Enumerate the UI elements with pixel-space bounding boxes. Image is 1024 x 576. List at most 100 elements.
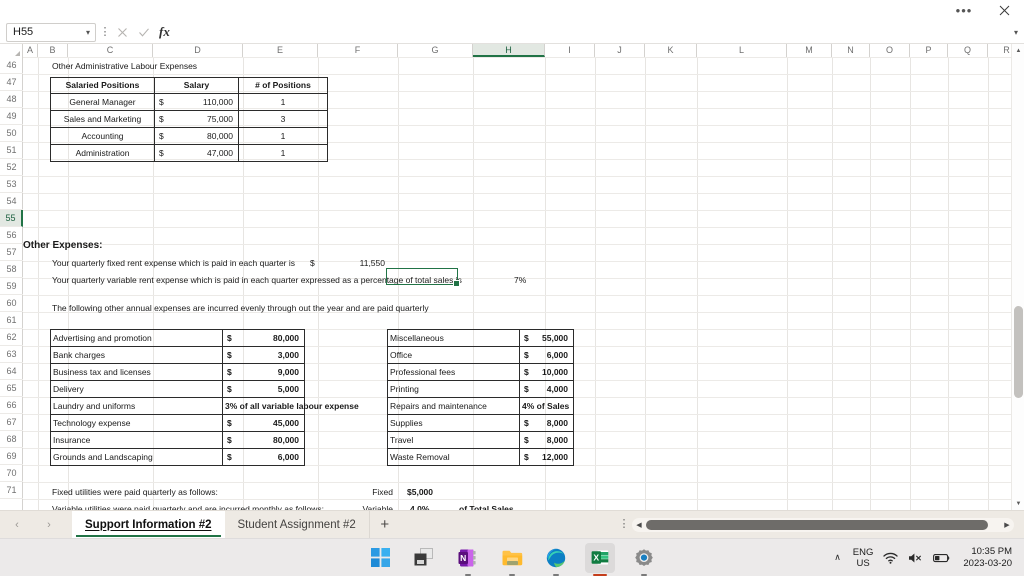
column-header-j[interactable]: J [595, 44, 645, 57]
salaried-salary-2[interactable]: $80,000 [154, 127, 239, 145]
left-expense-value-cell-5[interactable]: $45,000 [222, 414, 305, 432]
expand-formula-bar-icon[interactable]: ▾ [1008, 23, 1024, 42]
column-header-c[interactable]: C [68, 44, 153, 57]
left-expense-name-1[interactable]: Bank charges [50, 346, 223, 364]
file-explorer-icon[interactable] [497, 543, 527, 576]
left-expense-value-cell-6[interactable]: $80,000 [222, 431, 305, 449]
sheet-options-icon[interactable]: ⋮ [616, 519, 632, 530]
right-expense-name-7[interactable]: Waste Removal [387, 448, 520, 466]
sheet-tab-0[interactable]: Support Information #2 [72, 510, 225, 539]
salaried-count-0[interactable]: 1 [238, 93, 328, 111]
name-box[interactable]: H55 ▾ [6, 22, 96, 42]
left-expense-value-cell-2[interactable]: $9,000 [222, 363, 305, 381]
chevron-down-icon[interactable]: ▾ [86, 28, 93, 37]
cells-area[interactable]: Other Administrative Labour Expenses Sal… [23, 57, 1024, 510]
right-expense-value-cell-3[interactable]: $4,000 [519, 380, 574, 398]
row-header-69[interactable]: 69 [0, 448, 23, 465]
row-header-56[interactable]: 56 [0, 227, 23, 244]
salaried-header-1[interactable]: Salary [154, 77, 239, 94]
row-header-58[interactable]: 58 [0, 261, 23, 278]
row-header-49[interactable]: 49 [0, 108, 23, 125]
settings-icon[interactable] [629, 543, 659, 576]
salaried-header-2[interactable]: # of Positions [238, 77, 328, 94]
row-header-53[interactable]: 53 [0, 176, 23, 193]
column-header-o[interactable]: O [870, 44, 910, 57]
row-header-71[interactable]: 71 [0, 482, 23, 499]
right-expense-value-cell-1[interactable]: $6,000 [519, 346, 574, 364]
column-header-p[interactable]: P [910, 44, 948, 57]
salaried-header-0[interactable]: Salaried Positions [50, 77, 155, 94]
salaried-position-3[interactable]: Administration [50, 144, 155, 162]
onenote-icon[interactable]: N [453, 543, 483, 576]
left-expense-name-0[interactable]: Advertising and promotion [50, 329, 223, 347]
salaried-salary-1[interactable]: $75,000 [154, 110, 239, 128]
column-header-g[interactable]: G [398, 44, 473, 57]
more-options-button[interactable]: ••• [944, 0, 984, 21]
left-expense-value-cell-1[interactable]: $3,000 [222, 346, 305, 364]
salaried-position-2[interactable]: Accounting [50, 127, 155, 145]
column-header-a[interactable]: A [23, 44, 38, 57]
left-expense-value-cell-0[interactable]: $80,000 [222, 329, 305, 347]
left-expense-name-6[interactable]: Insurance [50, 431, 223, 449]
column-header-d[interactable]: D [153, 44, 243, 57]
select-all-corner[interactable] [0, 44, 23, 57]
column-header-q[interactable]: Q [948, 44, 988, 57]
name-box-overflow-icon[interactable]: ⋮ [98, 27, 112, 38]
wifi-icon[interactable] [883, 552, 899, 564]
salaried-salary-3[interactable]: $47,000 [154, 144, 239, 162]
row-header-51[interactable]: 51 [0, 142, 23, 159]
row-header-64[interactable]: 64 [0, 363, 23, 380]
left-expense-note-4[interactable]: 3% of all variable labour expense [222, 397, 359, 415]
horizontal-scrollbar[interactable]: ◀ ▶ [632, 517, 1014, 532]
row-header-61[interactable]: 61 [0, 312, 23, 329]
row-header-50[interactable]: 50 [0, 125, 23, 142]
right-expense-name-6[interactable]: Travel [387, 431, 520, 449]
row-header-63[interactable]: 63 [0, 346, 23, 363]
left-expense-name-4[interactable]: Laundry and uniforms [50, 397, 223, 415]
row-header-55[interactable]: 55 [0, 210, 23, 227]
left-expense-value-cell-3[interactable]: $5,000 [222, 380, 305, 398]
salaried-position-1[interactable]: Sales and Marketing [50, 110, 155, 128]
previous-sheet-button[interactable]: ‹ [8, 516, 26, 534]
language-indicator[interactable]: ENG US [853, 547, 874, 569]
right-expense-name-1[interactable]: Office [387, 346, 520, 364]
check-icon[interactable] [136, 25, 151, 40]
row-header-70[interactable]: 70 [0, 465, 23, 482]
row-header-67[interactable]: 67 [0, 414, 23, 431]
right-expense-value-cell-6[interactable]: $8,000 [519, 431, 574, 449]
row-header-48[interactable]: 48 [0, 91, 23, 108]
column-header-i[interactable]: I [545, 44, 595, 57]
row-header-57[interactable]: 57 [0, 244, 23, 261]
right-expense-name-2[interactable]: Professional fees [387, 363, 520, 381]
column-header-f[interactable]: F [318, 44, 398, 57]
left-expense-name-2[interactable]: Business tax and licenses [50, 363, 223, 381]
next-sheet-button[interactable]: › [40, 516, 58, 534]
column-header-m[interactable]: M [787, 44, 832, 57]
left-expense-name-3[interactable]: Delivery [50, 380, 223, 398]
edge-icon[interactable] [541, 543, 571, 576]
row-header-47[interactable]: 47 [0, 74, 23, 91]
vertical-scroll-thumb[interactable] [1014, 306, 1023, 398]
right-expense-name-0[interactable]: Miscellaneous [387, 329, 520, 347]
volume-muted-icon[interactable] [908, 552, 923, 564]
left-expense-value-cell-7[interactable]: $6,000 [222, 448, 305, 466]
left-expense-name-5[interactable]: Technology expense [50, 414, 223, 432]
sheet-tab-1[interactable]: Student Assignment #2 [225, 510, 370, 539]
right-expense-value-cell-2[interactable]: $10,000 [519, 363, 574, 381]
salaried-count-2[interactable]: 1 [238, 127, 328, 145]
column-header-k[interactable]: K [645, 44, 697, 57]
right-expense-value-cell-0[interactable]: $55,000 [519, 329, 574, 347]
right-expense-value-cell-5[interactable]: $8,000 [519, 414, 574, 432]
battery-icon[interactable] [933, 552, 951, 564]
excel-icon[interactable]: X [585, 542, 615, 576]
scroll-right-icon[interactable]: ▶ [1000, 521, 1014, 529]
column-header-h[interactable]: H [473, 44, 545, 57]
start-icon[interactable] [365, 543, 395, 573]
vertical-scrollbar[interactable]: ▲ ▼ [1011, 44, 1024, 510]
task-view-icon[interactable] [409, 543, 439, 573]
salaried-position-0[interactable]: General Manager [50, 93, 155, 111]
row-header-54[interactable]: 54 [0, 193, 23, 210]
salaried-count-3[interactable]: 1 [238, 144, 328, 162]
row-header-52[interactable]: 52 [0, 159, 23, 176]
scroll-up-icon[interactable]: ▲ [1012, 44, 1024, 57]
